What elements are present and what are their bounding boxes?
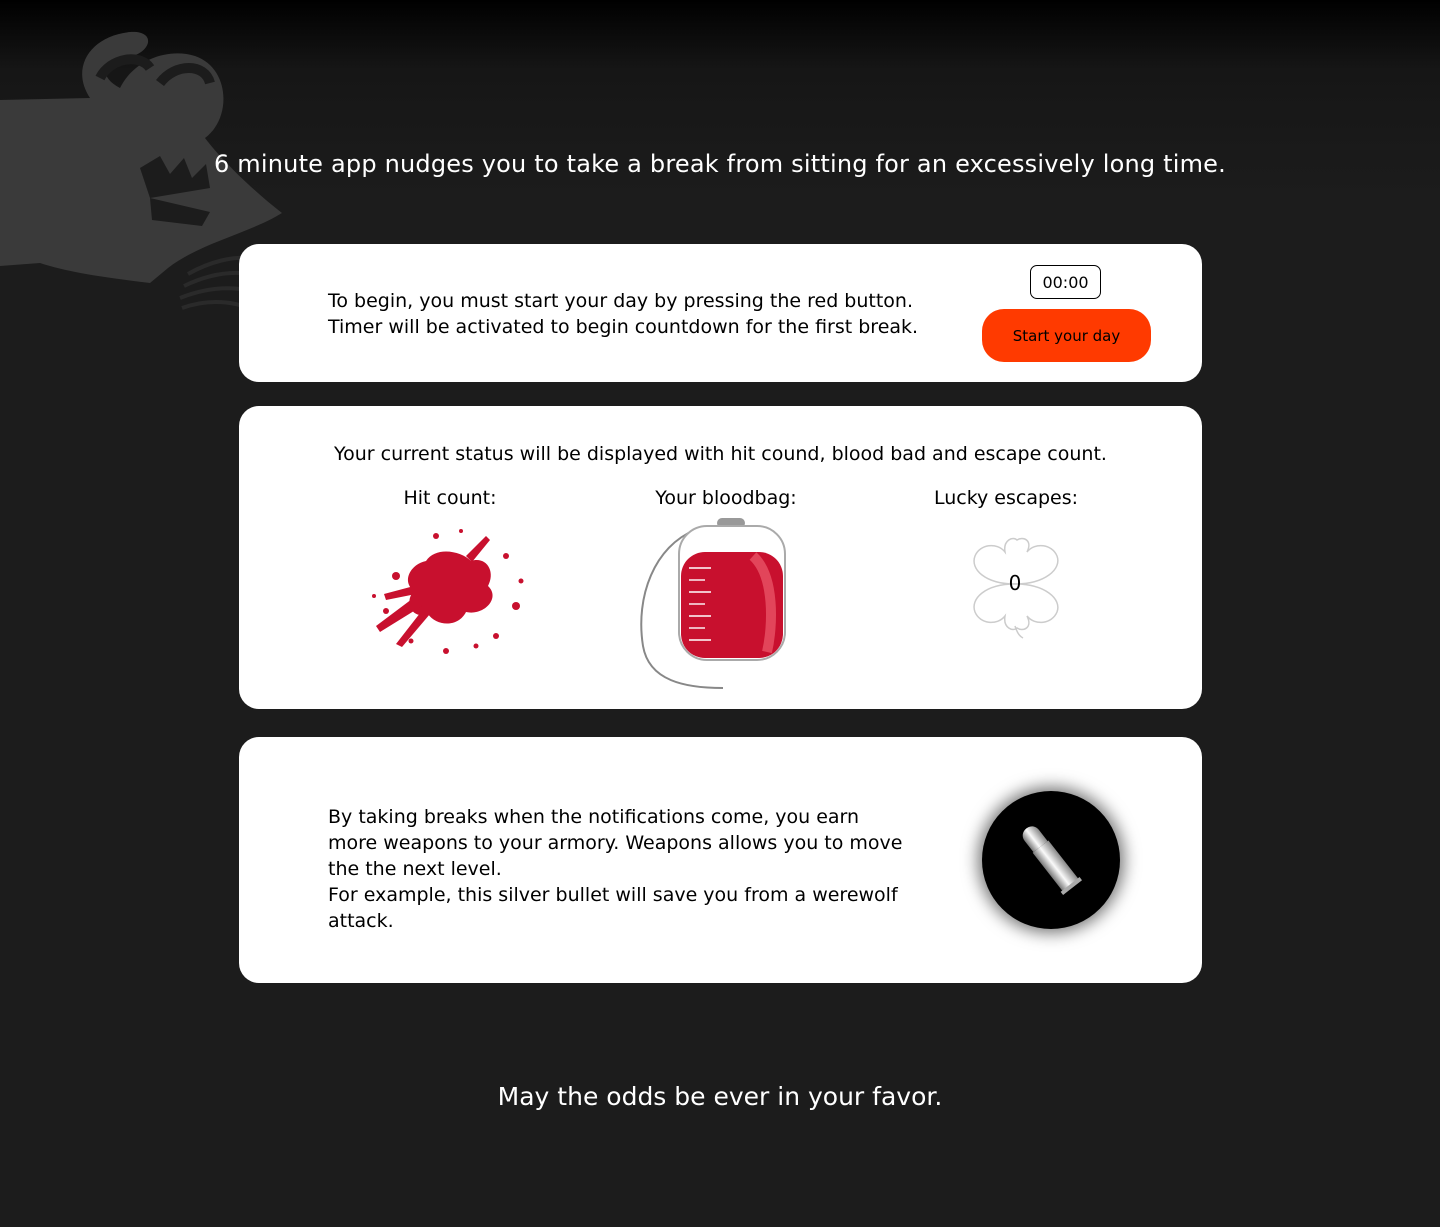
- footer-message: May the odds be ever in your favor.: [497, 1082, 943, 1111]
- weapons-description-line1: By taking breaks when the notifications …: [328, 806, 903, 880]
- blood-splatter-icon: [372, 529, 524, 654]
- tagline: 6 minute app nudges you to take a break …: [214, 150, 1226, 178]
- weapons-description-line2: For example, this silver bullet will sav…: [328, 884, 898, 932]
- start-instructions-line1: To begin, you must start your day by pre…: [328, 290, 914, 312]
- clover-icon: 0: [973, 537, 1059, 639]
- silver-bullet-icon: [1022, 826, 1083, 895]
- silver-bullet-badge: [982, 791, 1120, 929]
- status-intro: Your current status will be displayed wi…: [334, 443, 1107, 465]
- start-instructions-line2: Timer will be activated to begin countdo…: [328, 316, 919, 338]
- lucky-clover: 0: [965, 534, 1065, 643]
- start-card: To begin, you must start your day by pre…: [239, 244, 1202, 382]
- lucky-count: 0: [1009, 571, 1022, 595]
- start-instructions: To begin, you must start your day by pre…: [328, 288, 918, 340]
- lucky-escapes-label: Lucky escapes:: [933, 487, 1079, 509]
- status-card: Your current status will be displayed wi…: [239, 406, 1202, 709]
- weapons-description: By taking breaks when the notifications …: [328, 804, 908, 934]
- hit-count-label: Hit count:: [403, 487, 497, 509]
- weapons-card: By taking breaks when the notifications …: [239, 737, 1202, 983]
- start-day-button[interactable]: Start your day: [982, 309, 1151, 362]
- bloodbag-label: Your bloodbag:: [655, 487, 797, 509]
- bloodbag-icon: [640, 518, 786, 689]
- timer-display: 00:00: [1030, 265, 1101, 299]
